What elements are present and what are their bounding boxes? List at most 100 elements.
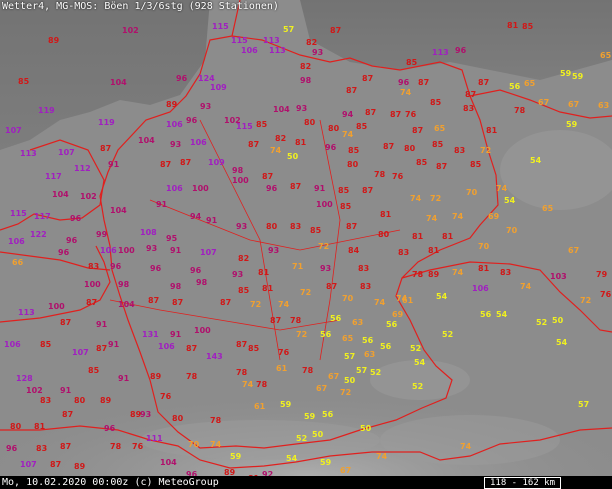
station-value: 96 — [455, 46, 467, 55]
station-value: 82 — [306, 38, 317, 47]
station-value: 93 — [200, 102, 211, 111]
station-value: 56 — [362, 336, 374, 345]
station-value: 81 — [412, 232, 424, 241]
station-value: 106 — [100, 246, 117, 255]
station-value: 89 — [224, 468, 236, 476]
station-value: 89 — [166, 100, 178, 109]
station-value: 115 — [10, 209, 27, 218]
station-value: 54 — [414, 358, 426, 367]
station-value: 104 — [110, 78, 127, 87]
station-value: 74 — [376, 452, 388, 461]
station-value: 54 — [436, 292, 448, 301]
station-value: 89 — [74, 462, 86, 471]
station-value: 87 — [365, 108, 376, 117]
station-value: 119 — [38, 106, 55, 115]
station-value: 71 — [292, 262, 304, 271]
station-value: 89 — [100, 396, 112, 405]
station-value: 66 — [12, 258, 24, 267]
station-value: 85 — [256, 120, 268, 129]
station-value: 91 — [60, 386, 72, 395]
station-value: 104 — [160, 458, 177, 467]
station-value: 85 — [470, 160, 482, 169]
station-value: 70 — [506, 226, 518, 235]
station-value: 84 — [348, 246, 360, 255]
station-value: 85 — [248, 344, 260, 353]
station-value: 74 — [210, 440, 222, 449]
station-value: 107 — [72, 348, 89, 357]
station-value: 87 — [236, 340, 247, 349]
station-value: 99 — [96, 230, 108, 239]
station-value: 85 — [348, 146, 360, 155]
station-value: 72 — [296, 330, 307, 339]
station-value: 67 — [538, 98, 549, 107]
station-value: 128 — [16, 374, 33, 383]
station-value: 91 — [314, 184, 326, 193]
station-value: 96 — [58, 248, 70, 257]
station-value: 81 — [258, 268, 270, 277]
station-value: 85 — [430, 98, 442, 107]
station-value: 96 — [150, 264, 162, 273]
station-value: 124 — [198, 74, 215, 83]
station-value: 76 — [392, 172, 404, 181]
station-value: 89 — [48, 36, 60, 45]
station-value: 106 — [241, 46, 258, 55]
station-value: 81 — [478, 264, 490, 273]
station-value: 93 — [232, 270, 243, 279]
station-value: 80 — [347, 160, 359, 169]
station-value: 100 — [48, 302, 65, 311]
station-value: 59 — [304, 412, 316, 421]
station-value: 85 — [356, 122, 368, 131]
station-value: 104 — [118, 300, 135, 309]
station-value: 109 — [210, 83, 227, 92]
station-value: 87 — [96, 344, 107, 353]
station-value: 100 — [316, 200, 333, 209]
scale-label: 118 - 162 km — [489, 478, 556, 488]
station-value: 83 — [358, 264, 369, 273]
station-value: 79 — [596, 270, 608, 279]
station-value: 54 — [556, 338, 568, 347]
status-bar: Mo, 10.02.2020 00:00z (c) MeteoGroup 118… — [0, 476, 612, 489]
station-value: 67 — [568, 100, 579, 109]
station-value: 72 — [250, 300, 261, 309]
station-value: 117 — [45, 172, 62, 181]
station-value: 87 — [436, 162, 447, 171]
station-value: 93 — [320, 264, 331, 273]
station-value: 74 — [270, 146, 282, 155]
station-value: 87 — [346, 222, 357, 231]
station-value: 72 — [300, 288, 311, 297]
station-value: 61 — [276, 364, 288, 373]
station-value: 81 — [428, 246, 440, 255]
station-value: 67 — [568, 246, 579, 255]
station-value: 83 — [463, 104, 474, 113]
station-value: 87 — [270, 316, 281, 325]
station-value: 65 — [434, 124, 446, 133]
station-value: 94 — [190, 212, 202, 221]
station-value: 89 — [130, 410, 142, 419]
station-value: 87 — [180, 158, 191, 167]
station-value: 96 — [325, 143, 337, 152]
station-value: 100 — [84, 280, 101, 289]
station-value: 82 — [238, 254, 249, 263]
timestamp-copyright: Mo, 10.02.2020 00:00z (c) MeteoGroup — [2, 477, 219, 488]
station-value: 91 — [206, 216, 218, 225]
station-value: 87 — [172, 298, 183, 307]
station-value: 82 — [300, 62, 311, 71]
station-value: 50 — [344, 376, 356, 385]
station-value: 56 — [322, 410, 334, 419]
station-value: 91 — [96, 320, 108, 329]
station-value: 81 — [34, 422, 46, 431]
station-value: 106 — [190, 138, 207, 147]
station-value: 93 — [140, 410, 151, 419]
station-value: 59 — [572, 72, 584, 81]
station-value: 57 — [344, 352, 355, 361]
station-value: 80 — [304, 118, 316, 127]
station-value: 69 — [392, 310, 404, 319]
station-value: 52 — [410, 344, 421, 353]
station-value: 76 — [132, 442, 144, 451]
station-value: 96 — [266, 184, 278, 193]
station-value: 104 — [110, 206, 127, 215]
station-value: 54 — [504, 196, 516, 205]
station-value: 54 — [286, 454, 298, 463]
station-value: 87 — [100, 144, 111, 153]
station-value: 56 — [509, 82, 521, 91]
